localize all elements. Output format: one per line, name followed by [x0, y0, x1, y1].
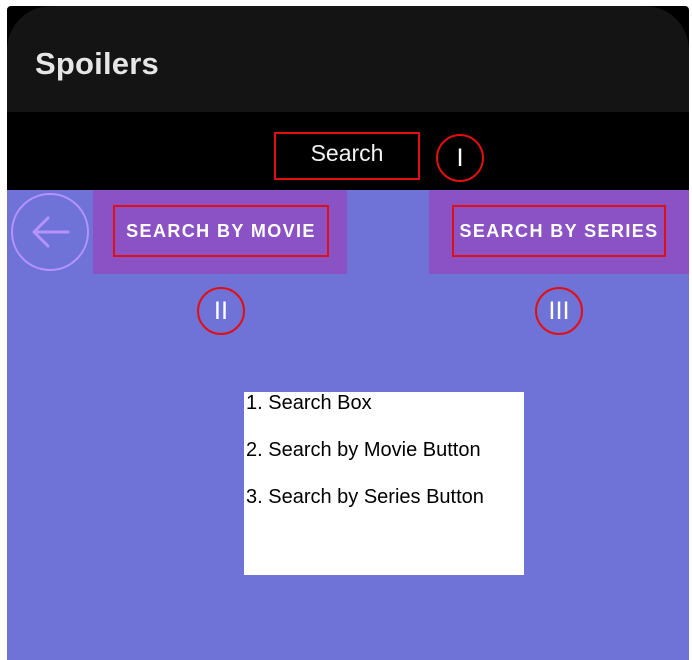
search-box[interactable]: Search — [274, 132, 420, 180]
screenshot-page: Spoilers Search I SEARCH BY MOVIE SEARCH… — [0, 0, 692, 660]
annotation-box-movie: SEARCH BY MOVIE — [113, 205, 329, 257]
search-by-movie-label: SEARCH BY MOVIE — [126, 220, 316, 241]
search-by-movie-button[interactable]: SEARCH BY MOVIE — [93, 190, 347, 274]
legend-item: 3. Search by Series Button — [246, 486, 484, 508]
annotation-marker-search: I — [436, 134, 484, 182]
annotation-legend: 1. Search Box 2. Search by Movie Button … — [244, 392, 524, 575]
main-content: SEARCH BY MOVIE SEARCH BY SERIES II III … — [7, 190, 689, 660]
back-button[interactable] — [11, 193, 89, 271]
annotation-marker-movie: II — [197, 287, 245, 335]
annotation-marker-label: II — [213, 297, 229, 325]
search-by-series-label: SEARCH BY SERIES — [459, 220, 659, 241]
annotation-marker-label: III — [548, 297, 570, 325]
app-title-bar: Spoilers — [7, 6, 689, 112]
search-strip: Search I — [7, 112, 689, 190]
app-title: Spoilers — [35, 46, 159, 81]
search-label: Search — [310, 139, 384, 166]
phone-screen: Spoilers Search I SEARCH BY MOVIE SEARCH… — [7, 6, 689, 660]
legend-item: 2. Search by Movie Button — [246, 439, 481, 461]
arrow-left-icon — [32, 216, 70, 248]
annotation-marker-label: I — [456, 144, 464, 172]
annotation-box-series: SEARCH BY SERIES — [452, 205, 666, 257]
search-by-series-button[interactable]: SEARCH BY SERIES — [429, 190, 689, 274]
legend-item: 1. Search Box — [246, 392, 372, 414]
annotation-marker-series: III — [535, 287, 583, 335]
